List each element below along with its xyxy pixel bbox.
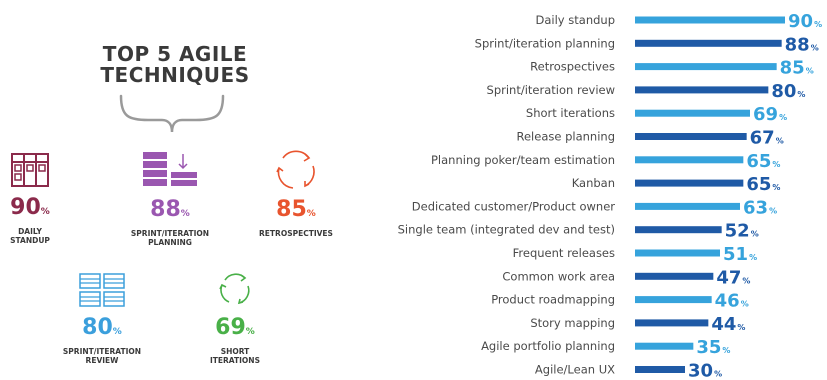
bar-value-label: 63% (743, 197, 777, 218)
bar-value-label: 65% (746, 151, 780, 172)
bar-value-label: 51% (723, 244, 757, 265)
bar-category-label: Planning poker/team estimation (431, 153, 615, 167)
bar (635, 342, 694, 350)
bar-category-label: Product roadmapping (491, 293, 615, 307)
bar-value-label: 47% (716, 267, 750, 288)
bar (635, 16, 785, 24)
technique-value: 85 (276, 197, 307, 222)
bar-value-label: 35% (696, 337, 730, 358)
bar (635, 109, 750, 117)
technique-value: 90 (10, 195, 41, 220)
bar-value-label: 30% (688, 361, 722, 380)
bar-value-label: 67% (750, 128, 784, 149)
technique-label: SPRINT/ITERATION REVIEW (62, 347, 142, 365)
bar (635, 296, 712, 304)
technique-unit: % (245, 327, 255, 337)
curly-brace-icon (119, 94, 225, 133)
technique-sprint-review: 80% SPRINT/ITERATION REVIEW (52, 270, 152, 365)
technique-unit: % (40, 207, 50, 217)
agile-techniques-bar-chart: Daily standup 90% Sprint/iteration plannin… (398, 11, 822, 380)
bar-category-label: Single team (integrated dev and test) (398, 223, 615, 237)
technique-retrospectives: 85% RETROSPECTIVES (246, 150, 346, 238)
top-techniques-panel: TOP 5 AGILE TECHNIQUES 90% DAILY STANDUP (0, 0, 380, 380)
review-documents-icon (79, 273, 125, 307)
bar-value-label: 65% (746, 174, 780, 195)
bar-category-label: Dedicated customer/Product owner (412, 199, 615, 213)
bar-category-label: Agile portfolio planning (481, 339, 615, 353)
bar-value-label: 85% (780, 58, 814, 79)
technique-value: 88 (150, 197, 181, 222)
bar (635, 202, 740, 210)
technique-sprint-planning: 88% SPRINT/ITERATION PLANNING (120, 150, 220, 247)
bar-category-label: Story mapping (530, 316, 615, 330)
bar (635, 249, 720, 257)
technique-unit: % (180, 209, 190, 219)
bar-category-label: Retrospectives (530, 60, 615, 74)
bar-category-label: Kanban (572, 176, 615, 190)
bar (635, 366, 685, 373)
bar (635, 272, 714, 280)
retrospective-cycle-icon (276, 150, 315, 189)
bar-category-label: Sprint/iteration review (487, 83, 615, 97)
technique-daily-standup: 90% DAILY STANDUP (0, 150, 60, 245)
bar-value-label: 80% (771, 81, 805, 102)
bar-category-label: Short iterations (526, 106, 615, 120)
backlog-stack-icon (143, 152, 197, 186)
bar-category-label: Frequent releases (513, 246, 615, 260)
short-cycle-icon (219, 273, 250, 305)
technique-unit: % (112, 327, 122, 337)
technique-value: 69 (215, 315, 246, 340)
technique-label: DAILY STANDUP (10, 227, 50, 245)
bar-value-label: 69% (753, 104, 787, 125)
bar (635, 133, 747, 140)
bar (635, 156, 744, 164)
bar-category-label: Agile/Lean UX (535, 363, 615, 377)
bar-category-label: Common work area (502, 269, 615, 283)
bar (635, 63, 777, 71)
technique-unit: % (306, 209, 316, 219)
bar-value-label: 90% (788, 11, 822, 32)
kanban-board-icon (11, 153, 49, 187)
bar (635, 226, 722, 234)
bar-category-label: Daily standup (536, 13, 615, 27)
technique-label: RETROSPECTIVES (259, 229, 333, 238)
technique-short-iterations: 69% SHORT ITERATIONS (190, 270, 280, 365)
bar-category-label: Release planning (517, 130, 616, 144)
bar (635, 39, 782, 47)
panel-title: TOP 5 AGILE TECHNIQUES (100, 42, 250, 87)
bar-category-label: Sprint/iteration planning (475, 36, 615, 50)
bar-value-label: 44% (711, 314, 745, 335)
bar (635, 86, 769, 94)
bar-value-label: 52% (725, 221, 759, 242)
technique-value: 80 (82, 315, 113, 340)
bar (635, 179, 744, 187)
bar-value-label: 46% (715, 291, 749, 312)
technique-label: SHORT ITERATIONS (210, 347, 260, 365)
bar (635, 319, 709, 327)
technique-label: SPRINT/ITERATION PLANNING (130, 229, 210, 247)
bar-value-label: 88% (785, 34, 819, 55)
